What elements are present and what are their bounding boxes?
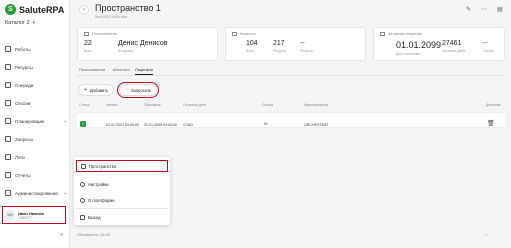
- chat-icon: ◌: [125, 87, 128, 93]
- user-profile-button[interactable]: ИИ Иван Иванов ОИБЕ7Т: [2, 206, 66, 224]
- queue-icon: [5, 82, 11, 88]
- sidebar-item-sessions[interactable]: Сессии: [5, 98, 67, 108]
- trash-icon[interactable]: 🗑: [487, 120, 495, 127]
- sidebar: S SaluteRPA Каталог 2 ▾ Роботы Ресурсы О…: [0, 0, 70, 248]
- gear-icon: [80, 181, 85, 187]
- column-header-start: Начало: [106, 103, 118, 107]
- tab-catalogs[interactable]: Каталоги: [113, 67, 130, 72]
- edit-icon[interactable]: ✎: [466, 6, 471, 13]
- sidebar-item-scheduler[interactable]: Планировщик ⌄: [5, 116, 67, 126]
- column-header-sessions: Сессии: [262, 103, 274, 107]
- robot-icon: [5, 46, 11, 52]
- menu-item-logout[interactable]: Выход: [76, 211, 168, 223]
- column-header-id: Идентификатор: [304, 103, 329, 107]
- sidebar-item-robots[interactable]: Роботы: [5, 44, 67, 54]
- logo[interactable]: S SaluteRPA: [5, 4, 64, 15]
- column-header-end: Окончание: [144, 103, 161, 107]
- calendar-icon: [5, 118, 11, 124]
- logout-icon: [80, 214, 85, 220]
- status-ok-icon: ✓: [80, 121, 86, 127]
- request-button[interactable]: ◌ Запросить: [116, 81, 160, 99]
- sidebar-item-admin[interactable]: Администрирование ⌄: [5, 188, 67, 198]
- collapse-sidebar-button[interactable]: «: [60, 232, 63, 238]
- menu-divider: [76, 208, 168, 209]
- sidebar-item-logs[interactable]: Логи: [5, 152, 67, 162]
- license-icon: [380, 32, 385, 36]
- menu-item-about[interactable]: О платформе: [76, 194, 168, 206]
- table-row[interactable]: [77, 112, 505, 128]
- cell-id: ORCHESTRAT: [304, 123, 329, 127]
- resource-icon: [5, 64, 11, 70]
- user-role: ОИБЕ7Т: [18, 215, 32, 220]
- user-name: Иван Иванов: [18, 210, 44, 216]
- tabs-divider: [77, 74, 505, 76]
- logo-text: SaluteRPA: [19, 4, 65, 15]
- folder-icon: [232, 32, 237, 36]
- column-header-status: Статус: [79, 103, 90, 107]
- info-icon: [80, 197, 85, 203]
- calendar-icon[interactable]: ▤: [497, 6, 503, 13]
- plus-icon: +: [84, 87, 87, 93]
- page-title: Пространство 1: [95, 3, 161, 13]
- column-header-actions: Действия: [486, 103, 501, 107]
- infinity-icon: ∞: [264, 121, 268, 127]
- sidebar-item-resources[interactable]: Ресурсы: [5, 62, 67, 72]
- chevron-down-icon: ▾: [32, 20, 36, 26]
- log-icon: [5, 154, 11, 160]
- catalog-selector[interactable]: Каталог 2 ▾: [5, 20, 35, 26]
- grid-icon: [81, 163, 86, 169]
- menu-item-space[interactable]: Пространство: [76, 160, 168, 172]
- back-button[interactable]: ‹: [79, 5, 89, 15]
- chevron-down-icon: ⌄: [62, 118, 67, 124]
- page-subtitle: 5de02833-4b8e-4fca: [95, 15, 128, 19]
- cell-days: 27461: [183, 123, 193, 127]
- avatar: ИИ: [5, 210, 15, 220]
- logo-icon: S: [5, 4, 16, 15]
- pagination[interactable]: ‹ ›: [484, 232, 488, 237]
- report-icon: [5, 172, 11, 178]
- session-icon: [5, 100, 11, 106]
- updated-label: Обновлено: 09:33: [77, 232, 111, 237]
- tab-users[interactable]: Пользователи: [79, 67, 105, 72]
- request-icon: [5, 136, 11, 142]
- users-card: Пользователи 22 Всего Денис Денисов Владел…: [77, 27, 218, 61]
- cell-start: 01.01.2023 03:00:00: [106, 123, 139, 127]
- license-card: Активная лицензия 01.01.2099 Дата окончан…: [373, 27, 505, 61]
- catalog-label: Каталог 2: [5, 20, 30, 26]
- admin-icon: [5, 190, 11, 196]
- chevron-down-icon: ⌄: [62, 190, 67, 196]
- sidebar-item-reports[interactable]: Отчеты: [5, 170, 67, 180]
- add-button[interactable]: + Добавить: [78, 84, 115, 96]
- users-icon: [84, 32, 89, 36]
- sidebar-item-requests[interactable]: Запросы: [5, 134, 67, 144]
- sidebar-item-queues[interactable]: Очереди: [5, 80, 67, 90]
- catalogs-card: Каталоги 104 Всего 217 Ресурсы -- Ресурсы: [225, 27, 366, 61]
- column-header-days: Осталось дней: [183, 103, 207, 107]
- cell-end: 01.01.2099 03:00:00: [144, 123, 177, 127]
- more-icon[interactable]: ⋯: [481, 6, 487, 13]
- menu-item-settings[interactable]: Настройки: [76, 178, 168, 190]
